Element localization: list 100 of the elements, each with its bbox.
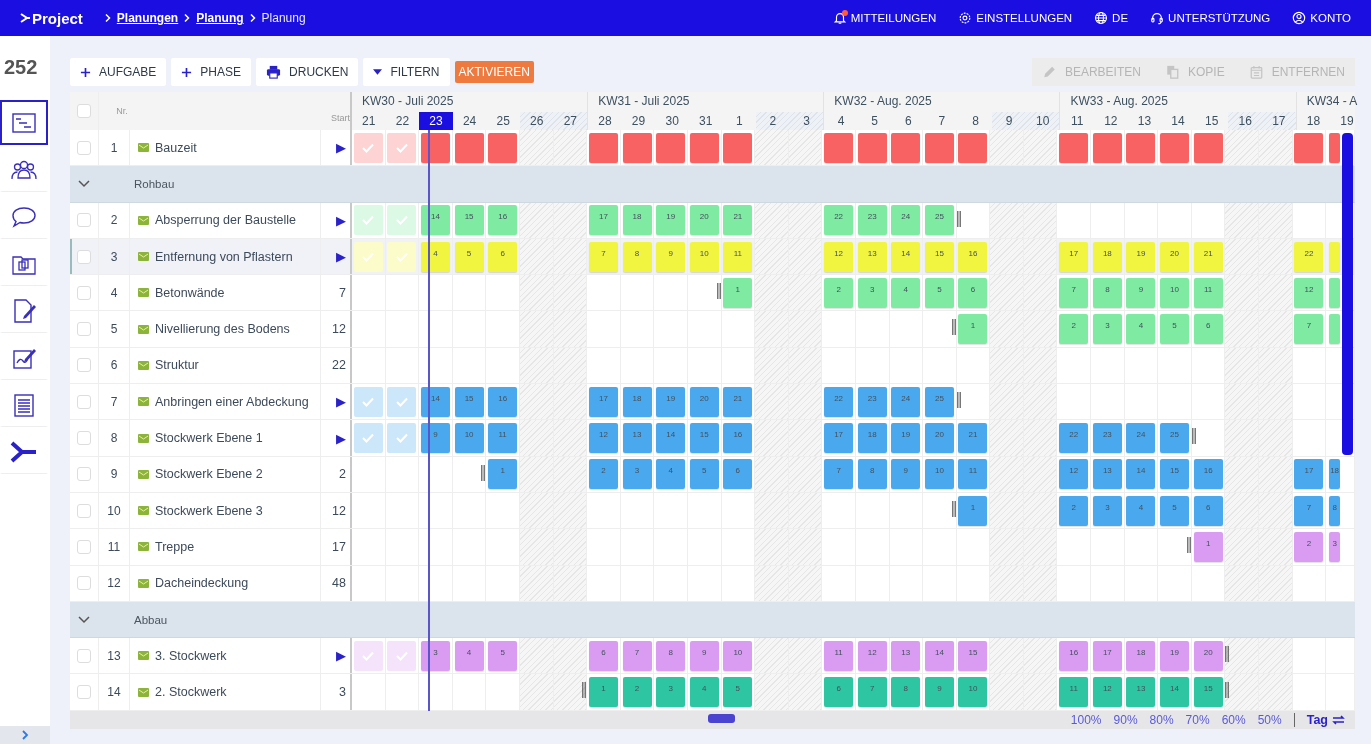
row-checkbox[interactable] bbox=[77, 249, 91, 264]
nav-link[interactable]: UNTERSTÜTZUNG bbox=[1150, 11, 1271, 25]
row-checkbox[interactable] bbox=[77, 576, 91, 591]
task-block[interactable]: 20 bbox=[1193, 640, 1223, 671]
breadcrumb-link[interactable]: Planung bbox=[196, 11, 244, 25]
task-block[interactable]: 9 bbox=[1126, 277, 1156, 308]
task-block[interactable] bbox=[723, 132, 753, 163]
task-block[interactable]: 6 bbox=[488, 241, 518, 272]
day-label[interactable]: 10 bbox=[1025, 112, 1060, 130]
task-block[interactable]: 9 bbox=[689, 640, 719, 671]
row-checkbox[interactable] bbox=[77, 539, 91, 554]
day-label[interactable]: 23 bbox=[419, 112, 453, 130]
task-block[interactable]: 15 bbox=[689, 423, 719, 453]
task-block[interactable]: 22 bbox=[824, 386, 854, 417]
task-name[interactable]: Stockwerk Ebene 2 bbox=[155, 467, 263, 482]
task-name[interactable]: Absperrung der Baustelle bbox=[155, 213, 297, 228]
task-block[interactable] bbox=[488, 132, 518, 163]
task-block[interactable]: 7 bbox=[622, 640, 652, 671]
task-block[interactable]: 1 bbox=[723, 277, 753, 308]
task-block[interactable]: 25 bbox=[1160, 423, 1190, 453]
day-label[interactable]: 9 bbox=[992, 112, 1026, 130]
task-block[interactable]: 6 bbox=[588, 640, 618, 671]
pause-marker[interactable] bbox=[956, 392, 961, 409]
day-label[interactable]: 28 bbox=[588, 112, 622, 130]
task-block[interactable]: 3 bbox=[1329, 531, 1340, 562]
task-block[interactable]: 8 bbox=[622, 241, 652, 272]
day-label[interactable]: 30 bbox=[655, 112, 689, 130]
phase-row[interactable]: Abbau bbox=[70, 601, 1355, 639]
task-block[interactable]: 16 bbox=[488, 205, 518, 236]
task-block[interactable]: 19 bbox=[1160, 640, 1190, 671]
task-block[interactable]: 5 bbox=[1160, 314, 1190, 345]
task-block[interactable]: 15 bbox=[924, 241, 954, 272]
task-block[interactable]: 14 bbox=[924, 640, 954, 671]
task-name[interactable]: Anbringen einer Abdeckung bbox=[155, 394, 309, 409]
pause-marker[interactable] bbox=[582, 682, 587, 699]
task-block[interactable]: 17 bbox=[588, 386, 618, 417]
task-block[interactable]: 5 bbox=[689, 459, 719, 490]
task-block[interactable]: 2 bbox=[588, 459, 618, 490]
task-row[interactable]: 9 Stockwerk Ebene 2 2 1 2 3 4 5 6 7 8 9 10 11 12 13 14 15 16 17 18 bbox=[70, 456, 1355, 493]
task-block[interactable]: 1 bbox=[958, 314, 988, 345]
pause-marker[interactable] bbox=[951, 500, 956, 517]
task-block[interactable]: 9 bbox=[924, 677, 954, 708]
task-block[interactable]: 4 bbox=[689, 677, 719, 708]
task-row[interactable]: 13 3. Stockwerk ▶ 3 4 5 6 7 8 9 10 11 12 13 14 15 16 17 18 19 20 bbox=[70, 638, 1355, 675]
task-block[interactable]: 11 bbox=[488, 423, 518, 453]
task-name[interactable]: Bauzeit bbox=[155, 140, 197, 155]
task-block[interactable]: 1 bbox=[488, 459, 518, 490]
task-name[interactable]: 3. Stockwerk bbox=[155, 648, 227, 663]
task-block[interactable]: 20 bbox=[689, 205, 719, 236]
task-block[interactable]: 10 bbox=[723, 640, 753, 671]
task-block[interactable]: 12 bbox=[1092, 677, 1122, 708]
phase-row[interactable]: Rohbau bbox=[70, 166, 1355, 203]
task-block[interactable]: 5 bbox=[723, 677, 753, 708]
task-block[interactable]: 21 bbox=[723, 386, 753, 417]
task-block[interactable]: 8 bbox=[857, 459, 887, 490]
task-block[interactable]: 14 bbox=[891, 241, 921, 272]
task-block[interactable]: 16 bbox=[1193, 459, 1223, 490]
task-block[interactable]: 5 bbox=[488, 640, 518, 671]
task-row[interactable]: 5 Nivellierung des Bodens 12 1 2 3 4 5 6 7 bbox=[70, 311, 1355, 348]
task-block[interactable]: 16 bbox=[1059, 640, 1089, 671]
zoom-option[interactable]: 90% bbox=[1113, 712, 1138, 727]
view-mode-toggle[interactable]: Tag bbox=[1306, 712, 1345, 727]
task-block[interactable]: 14 bbox=[656, 423, 686, 453]
task-block[interactable]: 13 bbox=[891, 640, 921, 671]
pause-marker[interactable] bbox=[956, 210, 961, 227]
task-block[interactable]: 5 bbox=[454, 241, 484, 272]
task-row[interactable]: 2 Absperrung der Baustelle ▶ 14 15 16 17 18 19 20 21 22 23 24 25 bbox=[70, 202, 1355, 239]
task-block[interactable]: 6 bbox=[824, 677, 854, 708]
task-block[interactable]: 9 bbox=[421, 423, 450, 453]
day-label[interactable]: 5 bbox=[857, 112, 892, 130]
nav-link[interactable]: KONTO bbox=[1292, 11, 1351, 25]
task-block[interactable]: 12 bbox=[588, 423, 618, 453]
day-label[interactable]: 15 bbox=[1194, 112, 1229, 130]
task-block[interactable] bbox=[588, 132, 618, 163]
task-block[interactable] bbox=[1126, 132, 1156, 163]
toolbar-button[interactable]: PHASE bbox=[171, 58, 252, 86]
task-block[interactable]: 4 bbox=[454, 640, 484, 671]
task-block[interactable]: 11 bbox=[824, 640, 854, 671]
task-block[interactable]: 7 bbox=[1059, 277, 1089, 308]
task-block[interactable]: 19 bbox=[656, 386, 686, 417]
row-checkbox[interactable] bbox=[77, 358, 91, 373]
task-block[interactable]: 6 bbox=[723, 459, 753, 490]
task-row[interactable]: 8 Stockwerk Ebene 1 ▶ 9 10 11 12 13 14 15 16 17 18 19 20 21 22 23 24 25 bbox=[70, 420, 1355, 457]
day-label[interactable]: 8 bbox=[958, 112, 993, 130]
task-row[interactable]: 3 Entfernung von Pflastern ▶ 4 5 6 7 8 9 10 11 12 13 14 15 16 17 18 19 20 21 22 bbox=[70, 238, 1355, 276]
task-block[interactable]: 10 bbox=[689, 241, 719, 272]
task-row[interactable]: 4 Betonwände 7 1 2 3 4 5 6 7 8 9 10 11 12 bbox=[70, 275, 1355, 312]
day-label[interactable]: 1 bbox=[722, 112, 757, 130]
task-row[interactable]: 1 Bauzeit ▶ bbox=[70, 130, 1355, 167]
task-block[interactable]: 3 bbox=[421, 640, 450, 671]
row-checkbox[interactable] bbox=[77, 140, 91, 155]
task-block[interactable]: 24 bbox=[891, 386, 921, 417]
task-block[interactable]: 15 bbox=[958, 640, 988, 671]
breadcrumb-link[interactable]: Planung bbox=[261, 11, 306, 25]
task-row[interactable]: 12 Dacheindeckung 48 bbox=[70, 565, 1355, 602]
task-block[interactable] bbox=[857, 132, 887, 163]
task-block[interactable]: 1 bbox=[1193, 531, 1223, 562]
task-block[interactable]: 7 bbox=[824, 459, 854, 490]
task-block[interactable]: 5 bbox=[924, 277, 954, 308]
task-block[interactable]: 4 bbox=[1126, 314, 1156, 345]
